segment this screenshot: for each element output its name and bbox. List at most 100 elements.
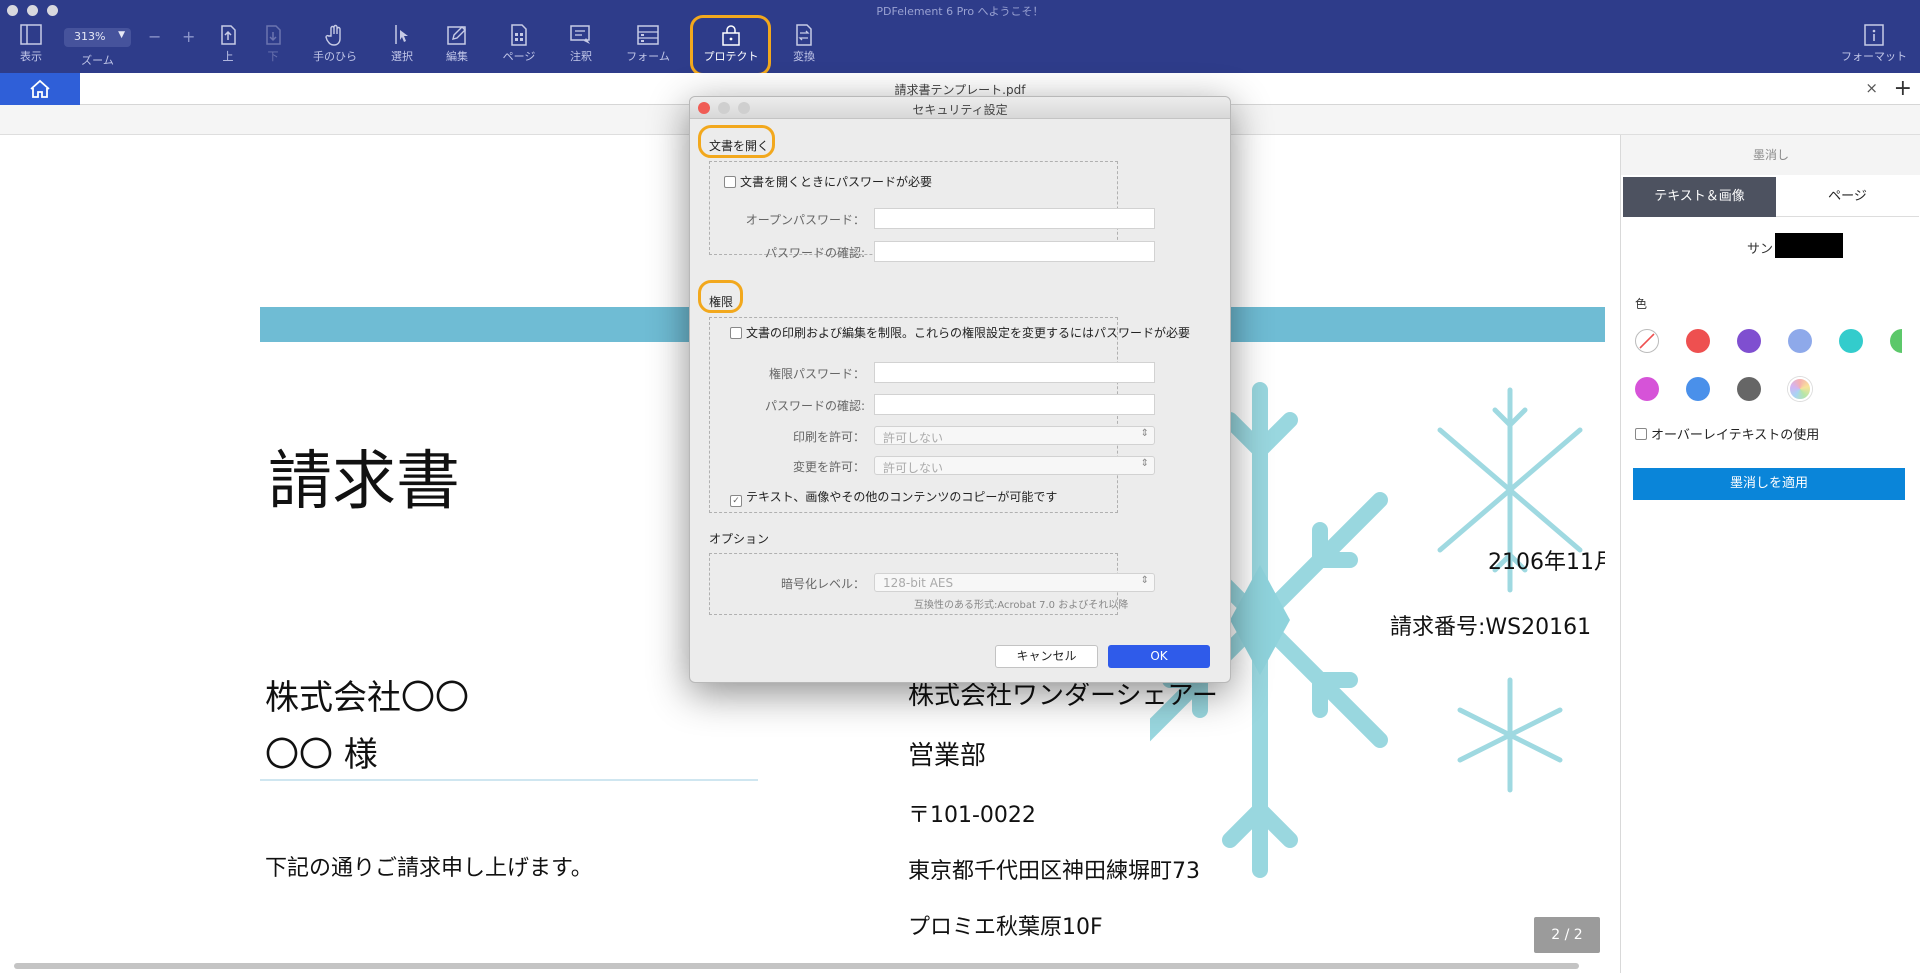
change-allow-value: 許可しない	[883, 461, 944, 475]
edit-icon	[447, 26, 466, 45]
restrict-option[interactable]: 文書の印刷および編集を制限。これらの権限設定を変更するにはパスワードが必要	[730, 324, 1190, 341]
open-password-option[interactable]: 文書を開くときにパスワードが必要	[724, 173, 932, 190]
updown-chevron-icon: ⇕	[1140, 428, 1149, 439]
zoom-in-button[interactable]: +	[182, 27, 195, 46]
edit-label: 編集	[446, 50, 468, 63]
convert-tool-button[interactable]: 変換	[773, 24, 835, 70]
horizontal-scrollbar[interactable]	[14, 963, 1579, 969]
color-swatch-gray[interactable]	[1737, 377, 1761, 401]
open-section-highlight-ring	[698, 125, 775, 158]
dialog-title: セキュリティ設定	[912, 103, 1008, 117]
options-section-title: オプション	[709, 532, 770, 546]
apply-redaction-button[interactable]: 墨消しを適用	[1633, 468, 1905, 500]
hand-tool-button[interactable]: 手のひら	[304, 24, 366, 70]
custom-color-swatch[interactable]	[1788, 377, 1812, 401]
sample-swatch	[1775, 233, 1843, 258]
form-label: フォーム	[626, 50, 670, 63]
perm-confirm-label: パスワードの確認:	[764, 399, 865, 413]
view-button[interactable]: 表示	[0, 24, 62, 70]
print-allow-value: 許可しない	[883, 431, 944, 445]
dialog-titlebar: セキュリティ設定	[690, 97, 1230, 119]
open-confirm-field[interactable]	[874, 241, 1155, 262]
convert-label: 変換	[793, 50, 815, 63]
comment-icon	[570, 25, 590, 44]
tab-page[interactable]: ページ	[1776, 177, 1919, 217]
change-allow-select[interactable]: 許可しない ⇕	[874, 456, 1155, 475]
invoice-number: 請求番号:WS20161	[1390, 615, 1592, 640]
convert-icon	[796, 24, 812, 46]
permissions-section-box	[709, 317, 1118, 513]
add-tab-button[interactable]: +	[1894, 76, 1912, 101]
permissions-highlight-ring	[698, 280, 743, 313]
info-icon	[1864, 24, 1884, 46]
page-up-icon	[221, 25, 236, 45]
sample-label: サン	[1747, 242, 1774, 257]
cursor-icon	[395, 25, 408, 44]
copy-allow-label: テキスト、画像やその他のコンテンツのコピーが可能です	[746, 490, 1058, 504]
format-button[interactable]: フォーマット	[1836, 24, 1912, 70]
updown-chevron-icon: ⇕	[1140, 575, 1149, 586]
perm-password-field[interactable]	[874, 362, 1155, 383]
no-color-swatch[interactable]	[1635, 329, 1659, 353]
view-icon	[20, 24, 42, 45]
updown-chevron-icon: ⇕	[1140, 458, 1149, 469]
page-down-button[interactable]: 下	[242, 24, 304, 70]
main-toolbar: PDFelement 6 Pro へようこそ！ 表示 313% ▼ ズーム − …	[0, 0, 1920, 76]
page-down-icon	[266, 25, 281, 45]
page-grid-icon	[511, 24, 527, 46]
restrict-option-label: 文書の印刷および編集を制限。これらの権限設定を変更するにはパスワードが必要	[746, 326, 1191, 340]
encryption-value: 128-bit AES	[883, 576, 954, 590]
perm-password-label: 権限パスワード：	[768, 367, 865, 381]
overlay-text-checkbox[interactable]	[1635, 428, 1647, 440]
sender-address-line2: プロミエ秋葉原10F	[908, 915, 1103, 940]
color-swatch-lightblue[interactable]	[1788, 329, 1812, 353]
client-name: 〇〇 様	[265, 735, 378, 775]
format-label: フォーマット	[1841, 50, 1907, 63]
encryption-select[interactable]: 128-bit AES ⇕	[874, 573, 1155, 592]
compat-note: 互換性のある形式:Acrobat 7.0 およびそれ以降	[914, 600, 1129, 611]
page-tool-button[interactable]: ページ	[488, 24, 550, 70]
color-swatch-magenta[interactable]	[1635, 377, 1659, 401]
overlay-text-option[interactable]: オーバーレイテキストの使用	[1635, 424, 1819, 443]
open-confirm-label: パスワードの確認:	[764, 246, 865, 260]
ok-button[interactable]: OK	[1108, 645, 1210, 668]
sender-address-line1: 東京都千代田区神田練塀町73	[908, 859, 1200, 884]
edit-tool-button[interactable]: 編集	[426, 24, 488, 70]
restrict-checkbox[interactable]	[730, 327, 742, 339]
zoom-value: 313%	[74, 30, 106, 43]
close-icon[interactable]: ×	[1865, 79, 1878, 97]
page-label: ページ	[502, 50, 536, 63]
color-label: 色	[1635, 297, 1648, 311]
comment-tool-button[interactable]: 注釈	[550, 24, 612, 70]
zoom-label: ズーム	[81, 54, 114, 67]
perm-confirm-field[interactable]	[874, 394, 1155, 415]
redaction-panel: 墨消し テキスト＆画像 ページ サン 色 オーバーレイテキストの使用 墨消しを適…	[1620, 135, 1920, 973]
cancel-button[interactable]: キャンセル	[995, 645, 1098, 668]
copy-allow-checkbox[interactable]: ✓	[730, 495, 742, 507]
hand-icon	[325, 24, 341, 46]
color-swatch-cyan[interactable]	[1839, 329, 1863, 353]
select-tool-button[interactable]: 選択	[371, 24, 433, 70]
overlay-text-label: オーバーレイテキストの使用	[1651, 428, 1820, 443]
color-swatch-green[interactable]	[1890, 329, 1902, 353]
color-swatch-purple[interactable]	[1737, 329, 1761, 353]
copy-allow-option[interactable]: ✓ テキスト、画像やその他のコンテンツのコピーが可能です	[730, 488, 1057, 507]
client-divider	[260, 779, 758, 781]
greeting-text: 下記の通りご請求申し上げます。	[265, 856, 593, 881]
no-color-icon	[1639, 333, 1655, 349]
zoom-select[interactable]: 313% ▼	[64, 28, 131, 47]
open-password-label: オープンパスワード：	[745, 213, 865, 227]
open-password-field[interactable]	[874, 208, 1155, 229]
print-allow-select[interactable]: 許可しない ⇕	[874, 426, 1155, 445]
color-swatch-red[interactable]	[1686, 329, 1710, 353]
form-tool-button[interactable]: フォーム	[617, 24, 679, 70]
hand-label: 手のひら	[313, 50, 357, 63]
tab-text-image[interactable]: テキスト＆画像	[1623, 177, 1776, 217]
zoom-out-button[interactable]: −	[148, 27, 161, 46]
open-password-checkbox[interactable]	[724, 176, 736, 188]
security-settings-dialog: セキュリティ設定 文書を開く 文書を開くときにパスワードが必要 オープンパスワー…	[689, 96, 1231, 683]
invoice-date: 2106年11月	[1488, 550, 1605, 575]
color-swatch-blue[interactable]	[1686, 377, 1710, 401]
app-title: PDFelement 6 Pro へようこそ！	[876, 5, 1044, 18]
form-icon	[637, 25, 659, 45]
